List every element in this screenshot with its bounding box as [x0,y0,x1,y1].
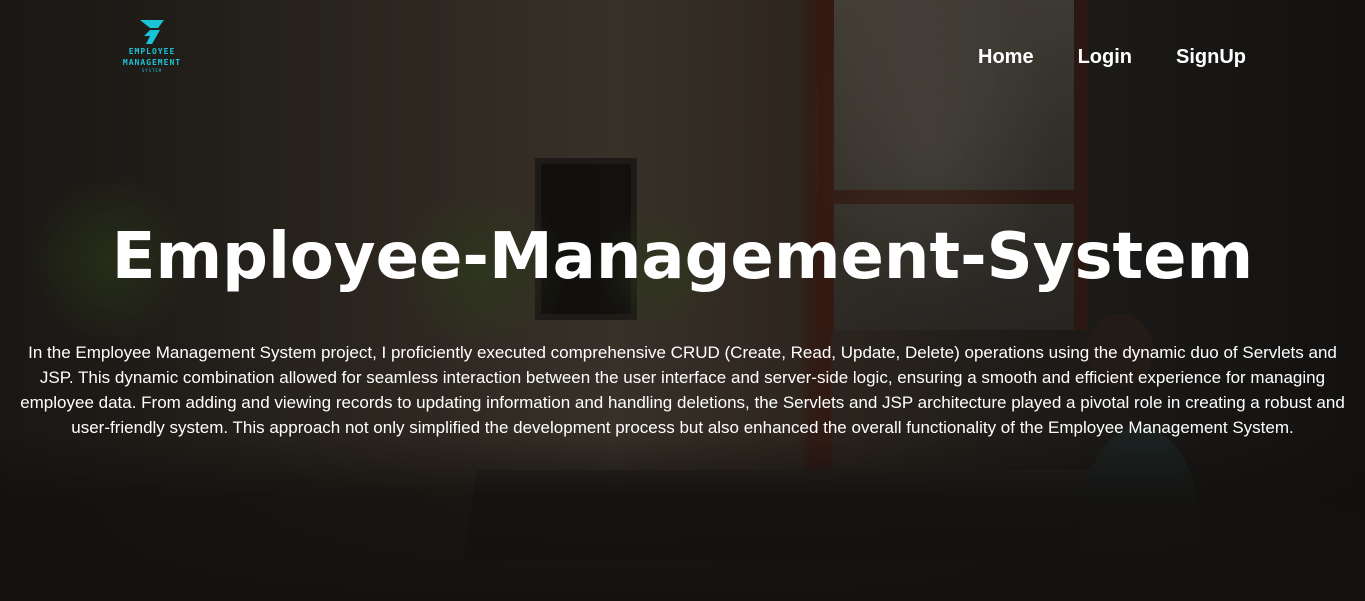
logo-text-line2: MANAGEMENT [122,58,182,67]
main-nav: Home Login SignUp [978,46,1290,69]
nav-login-link[interactable]: Login [1078,46,1132,69]
nav-home-link[interactable]: Home [978,46,1034,69]
logo-text-line1: EMPLOYEE [128,47,176,56]
dark-overlay [0,0,1365,601]
logo-text-line3: SYSTEM [141,68,163,73]
site-logo[interactable]: EMPLOYEE MANAGEMENT SYSTEM [112,18,192,80]
hero-title: Employee-Management-System [111,220,1254,294]
logo-mark-icon [140,20,164,44]
hero-description: In the Employee Management System projec… [20,343,1345,437]
nav-signup-link[interactable]: SignUp [1176,46,1246,69]
